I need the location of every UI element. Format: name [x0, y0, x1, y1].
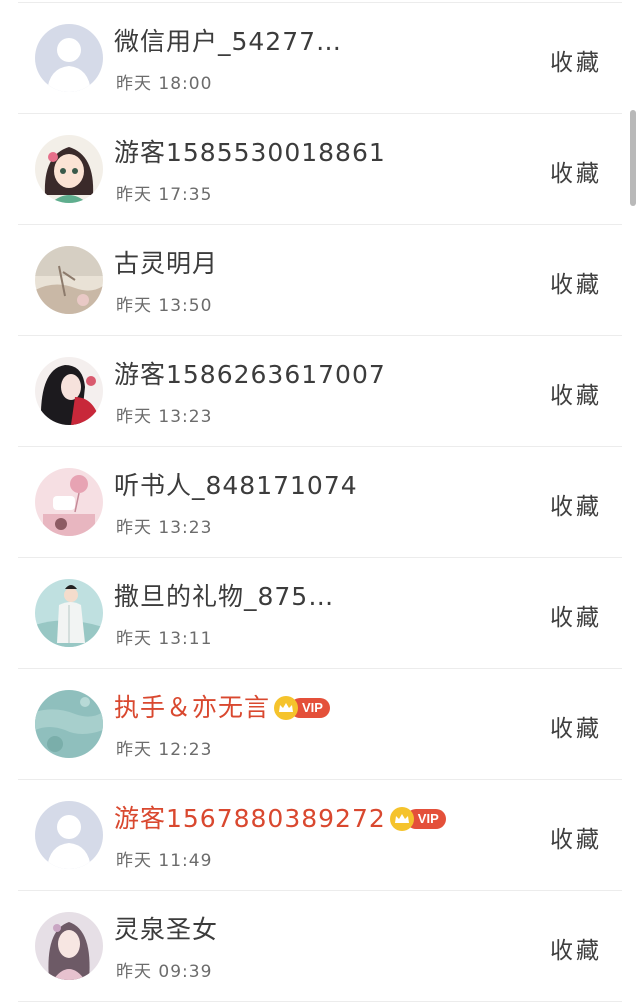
- visit-time: 昨天 18:00: [116, 74, 213, 94]
- user-name[interactable]: 游客1585530018861: [114, 136, 386, 170]
- list-item[interactable]: 听书人_848171074 昨天 13:23 收藏: [18, 447, 622, 558]
- favorite-button[interactable]: 收藏: [550, 265, 602, 299]
- favorite-button[interactable]: 收藏: [550, 154, 602, 188]
- visit-time: 昨天 12:23: [116, 740, 213, 760]
- anime-girl-avatar[interactable]: [35, 135, 103, 203]
- favorite-button[interactable]: 收藏: [550, 709, 602, 743]
- landscape-avatar[interactable]: [35, 246, 103, 314]
- visit-time: 昨天 17:35: [116, 185, 213, 205]
- fantasy-lady-avatar[interactable]: [35, 912, 103, 980]
- man-in-white-avatar[interactable]: [35, 579, 103, 647]
- user-name[interactable]: 听书人_848171074: [114, 469, 358, 503]
- user-list: 微信用户_54277… 昨天 18:00 收藏 游客1585530018861 …: [18, 2, 622, 1002]
- visit-time: 昨天 13:23: [116, 407, 213, 427]
- scrollbar[interactable]: [630, 110, 636, 206]
- woman-portrait-avatar[interactable]: [35, 357, 103, 425]
- user-name[interactable]: 灵泉圣女: [114, 913, 218, 947]
- user-name[interactable]: 微信用户_54277…: [114, 25, 342, 59]
- list-item[interactable]: 游客1585530018861 昨天 17:35 收藏: [18, 114, 622, 225]
- favorite-button[interactable]: 收藏: [550, 598, 602, 632]
- list-item[interactable]: 撒旦的礼物_875… 昨天 13:11 收藏: [18, 558, 622, 669]
- user-name[interactable]: 游客1567880389272: [114, 802, 386, 836]
- visit-time: 昨天 13:23: [116, 518, 213, 538]
- list-item[interactable]: 执手＆亦无言 VIP 昨天 12:23 收藏: [18, 669, 622, 780]
- crown-icon: [274, 696, 299, 720]
- list-item[interactable]: 游客1567880389272 VIP 昨天 11:49 收藏: [18, 780, 622, 891]
- favorite-button[interactable]: 收藏: [550, 820, 602, 854]
- list-item[interactable]: 灵泉圣女 昨天 09:39 收藏: [18, 891, 622, 1002]
- vip-badge: VIP: [274, 696, 330, 720]
- user-name[interactable]: 撒旦的礼物_875…: [114, 580, 334, 614]
- user-name[interactable]: 执手＆亦无言: [114, 691, 270, 725]
- user-name[interactable]: 游客1586263617007: [114, 358, 386, 392]
- vip-badge: VIP: [389, 807, 446, 831]
- favorite-button[interactable]: 收藏: [550, 487, 602, 521]
- favorite-button[interactable]: 收藏: [550, 43, 602, 77]
- default-avatar-icon[interactable]: [35, 801, 103, 869]
- list-item[interactable]: 微信用户_54277… 昨天 18:00 收藏: [18, 3, 622, 114]
- list-item[interactable]: 游客1586263617007 昨天 13:23 收藏: [18, 336, 622, 447]
- favorite-button[interactable]: 收藏: [550, 931, 602, 965]
- visit-time: 昨天 09:39: [116, 962, 213, 982]
- teal-water-avatar[interactable]: [35, 690, 103, 758]
- crown-icon: [389, 807, 414, 831]
- visit-time: 昨天 13:11: [116, 629, 213, 649]
- user-name[interactable]: 古灵明月: [114, 247, 218, 281]
- visit-time: 昨天 13:50: [116, 296, 213, 316]
- pink-balloon-avatar[interactable]: [35, 468, 103, 536]
- list-item[interactable]: 古灵明月 昨天 13:50 收藏: [18, 225, 622, 336]
- default-avatar-icon[interactable]: [35, 24, 103, 92]
- favorite-button[interactable]: 收藏: [550, 376, 602, 410]
- visit-time: 昨天 11:49: [116, 851, 213, 871]
